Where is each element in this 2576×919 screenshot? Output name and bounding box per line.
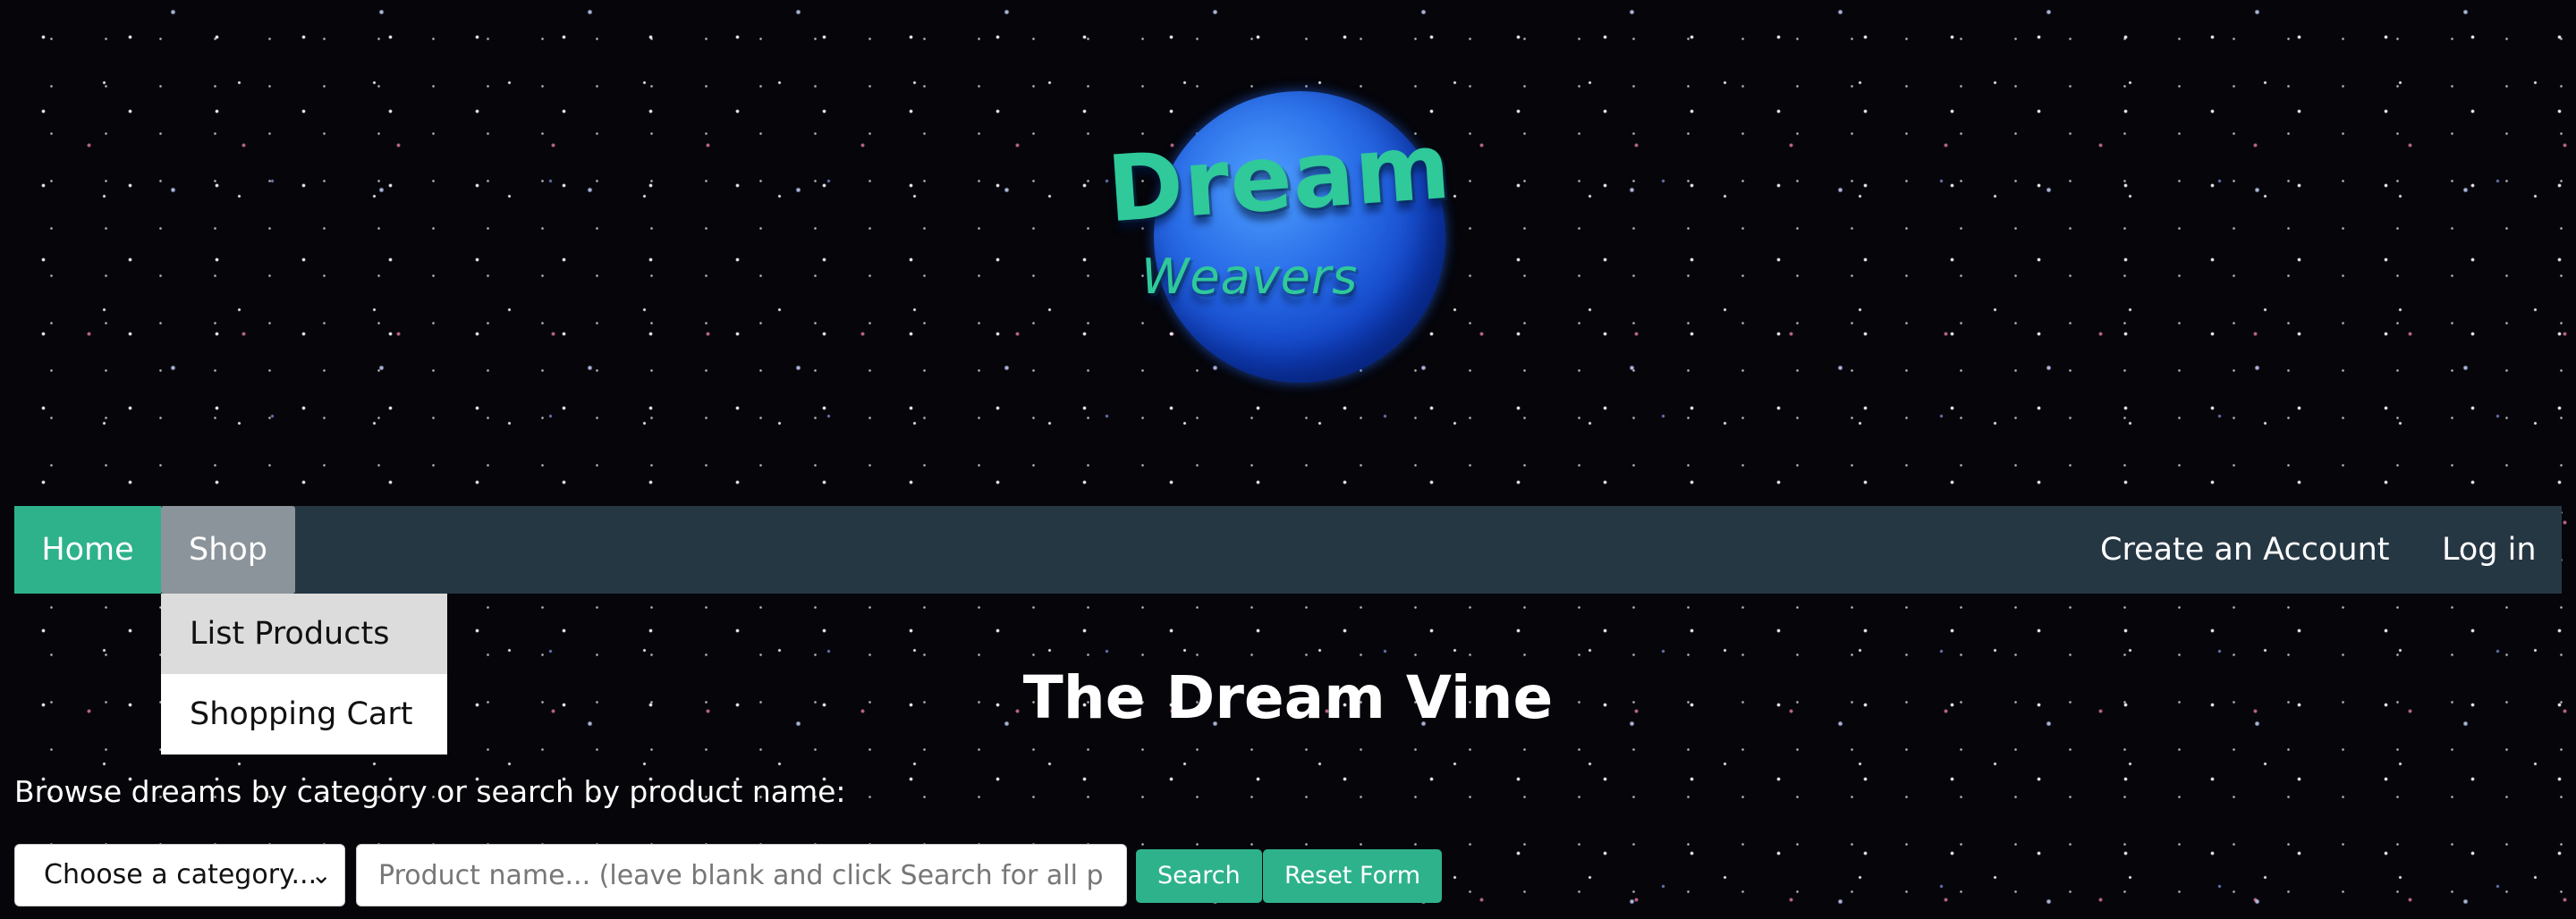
- category-select-value: Choose a category...: [44, 859, 318, 890]
- nav-home[interactable]: Home: [14, 506, 161, 594]
- product-search-input[interactable]: [356, 844, 1127, 906]
- logo-weavers: Weavers: [1141, 249, 1359, 305]
- menu-item-list-products[interactable]: List Products: [161, 594, 447, 674]
- logo-text: Dream Weavers: [1100, 86, 1458, 390]
- category-select[interactable]: Choose a category... ⌄: [14, 844, 345, 906]
- chevron-down-icon: ⌄: [310, 860, 332, 889]
- main-navbar: Home Shop Create an Account Log in: [14, 506, 2562, 594]
- logo-dream: Dream: [1104, 113, 1454, 244]
- page-title: The Dream Vine: [1022, 663, 1554, 732]
- reset-form-button[interactable]: Reset Form: [1263, 849, 1443, 903]
- browse-instructions: Browse dreams by category or search by p…: [14, 774, 846, 809]
- search-button[interactable]: Search: [1136, 849, 1262, 903]
- nav-create-account[interactable]: Create an Account: [2100, 506, 2390, 594]
- site-logo: Dream Weavers: [1100, 86, 1458, 390]
- nav-shop[interactable]: Shop: [161, 506, 295, 594]
- nav-login[interactable]: Log in: [2442, 506, 2537, 594]
